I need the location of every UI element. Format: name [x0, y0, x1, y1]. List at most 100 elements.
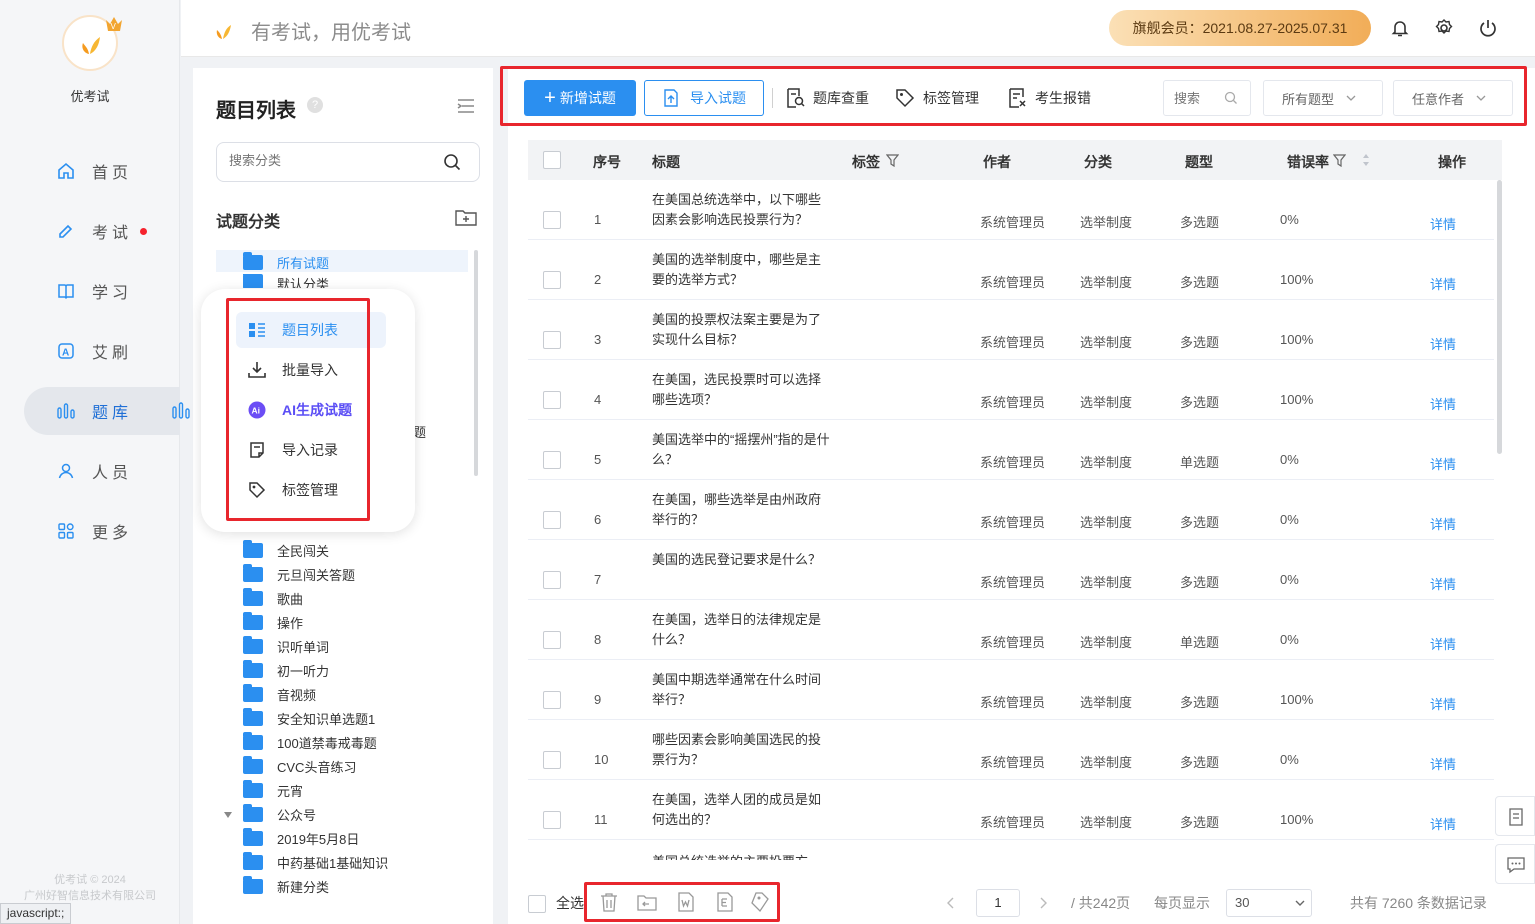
category-item[interactable]: 所有试题 [243, 250, 329, 274]
export-word-icon[interactable] [675, 891, 697, 913]
category-search[interactable] [216, 142, 480, 182]
category-item[interactable]: 元宵 [243, 778, 303, 802]
category-item[interactable]: 全民闯关 [243, 538, 329, 562]
error-reports-button[interactable]: 考生报错 [1007, 86, 1091, 110]
table-row[interactable]: 11 在美国，选举人团的成员是如何选出的？ 系统管理员 选举制度 多选题 100% 详情 [528, 780, 1494, 840]
category-item[interactable]: 元旦闯关答题 [243, 562, 355, 586]
per-page-select[interactable]: 30 [1226, 889, 1312, 917]
row-checkbox[interactable] [543, 391, 561, 409]
trash-icon[interactable] [598, 891, 620, 913]
category-item[interactable]: CVC头音练习 [243, 754, 356, 778]
select-all-checkbox-header[interactable] [543, 151, 561, 169]
detail-link[interactable]: 详情 [1430, 574, 1456, 593]
row-checkbox[interactable] [543, 691, 561, 709]
filter-icon[interactable] [886, 154, 899, 167]
category-item[interactable]: 新建分类 [243, 874, 329, 898]
row-checkbox[interactable] [543, 451, 561, 469]
question-type-select[interactable]: 所有题型 [1263, 80, 1383, 116]
detail-link[interactable]: 详情 [1430, 634, 1456, 653]
row-checkbox[interactable] [543, 751, 561, 769]
category-item[interactable]: 操作 [243, 610, 303, 634]
chevron-right-icon[interactable] [1038, 897, 1048, 909]
question-search-input[interactable] [1174, 90, 1224, 106]
table-row[interactable]: 3 美国的投票权法案主要是为了实现什么目标？ 系统管理员 选举制度 多选题 100% 详情 [528, 300, 1494, 360]
table-row[interactable]: 2 美国的选举制度中，哪些是主要的选举方式？ 系统管理员 选举制度 多选题 100% 详情 [528, 240, 1494, 300]
row-checkbox[interactable] [543, 211, 561, 229]
category-item[interactable]: 初一听力 [243, 658, 329, 682]
dedupe-button[interactable]: 题库查重 [785, 86, 869, 110]
nav-item-home[interactable]: 首页 [24, 147, 180, 195]
nav-item-study[interactable]: 学习 [24, 267, 180, 315]
add-folder-icon[interactable] [455, 208, 477, 226]
detail-link[interactable]: 详情 [1430, 394, 1456, 413]
move-folder-icon[interactable] [636, 891, 658, 913]
detail-link[interactable]: 详情 [1430, 814, 1456, 833]
category-item[interactable]: 中药基础1基础知识 [243, 850, 388, 874]
search-icon[interactable] [443, 153, 461, 171]
nav-item-question-bank[interactable]: 题库 [24, 387, 180, 435]
help-icon[interactable]: ? [307, 97, 323, 113]
submenu-batch-import[interactable]: 批量导入 [236, 352, 386, 388]
import-questions-button[interactable]: 导入试题 [644, 80, 764, 116]
row-checkbox[interactable] [543, 811, 561, 829]
chevron-left-icon[interactable] [946, 897, 956, 909]
detail-link[interactable]: 详情 [1430, 694, 1456, 713]
submenu-import-records[interactable]: 导入记录 [236, 432, 386, 468]
caret-down-icon[interactable] [223, 811, 233, 819]
category-item[interactable]: 默认分类 [243, 274, 329, 288]
power-icon[interactable] [1478, 18, 1498, 38]
category-item[interactable]: 2019年5月8日 [243, 826, 359, 850]
category-item[interactable]: 安全知识单选题1 [243, 706, 375, 730]
search-icon[interactable] [1224, 91, 1238, 105]
table-scrollbar[interactable] [1497, 180, 1502, 454]
nav-item-exam[interactable]: 考试 [24, 207, 180, 255]
detail-link[interactable]: 详情 [1430, 454, 1456, 473]
add-question-button[interactable]: + 新增试题 [524, 80, 636, 116]
collapse-menu-icon[interactable] [457, 98, 475, 114]
row-checkbox[interactable] [543, 511, 561, 529]
table-row[interactable]: 5 美国选举中的“摇摆州”指的是什么？ 系统管理员 选举制度 单选题 0% 详情 [528, 420, 1494, 480]
row-checkbox[interactable] [543, 631, 561, 649]
table-row[interactable]: 10 哪些因素会影响美国选民的投票行为？ 系统管理员 选举制度 多选题 0% 详情 [528, 720, 1494, 780]
filter-icon[interactable] [1333, 154, 1346, 167]
nav-item-more[interactable]: 更多 [24, 507, 180, 555]
export-excel-icon[interactable] [714, 891, 736, 913]
table-row[interactable]: 8 在美国，选举日的法律规定是什么？ 系统管理员 选举制度 单选题 0% 详情 [528, 600, 1494, 660]
submenu-question-list[interactable]: 题目列表 [236, 312, 386, 348]
sort-icon[interactable] [1362, 153, 1370, 167]
category-item[interactable]: 识听单词 [243, 634, 329, 658]
question-search[interactable] [1163, 80, 1251, 116]
category-item[interactable]: 歌曲 [243, 586, 303, 610]
category-scrollbar[interactable] [474, 250, 478, 476]
detail-link[interactable]: 详情 [1430, 754, 1456, 773]
tag-management-button[interactable]: 标签管理 [895, 86, 979, 110]
floating-doc-button[interactable] [1495, 796, 1535, 836]
author-select[interactable]: 任意作者 [1393, 80, 1513, 116]
category-search-input[interactable] [229, 153, 429, 168]
row-checkbox[interactable] [543, 571, 561, 589]
nav-item-aishua[interactable]: A 艾刷 [24, 327, 180, 375]
submenu-ai-generate[interactable]: Ai AI生成试题 [236, 392, 386, 428]
category-item[interactable]: 公众号 [243, 802, 316, 826]
floating-chat-button[interactable] [1495, 844, 1535, 884]
table-row[interactable]: 7 美国的选民登记要求是什么？ 系统管理员 选举制度 多选题 0% 详情 [528, 540, 1494, 600]
category-item[interactable]: 100道禁毒戒毒题 [243, 730, 377, 754]
detail-link[interactable]: 详情 [1430, 274, 1456, 293]
row-checkbox[interactable] [543, 271, 561, 289]
detail-link[interactable]: 详情 [1430, 334, 1456, 353]
nav-item-people[interactable]: 人员 [24, 447, 180, 495]
gear-icon[interactable] [1434, 18, 1454, 38]
detail-link[interactable]: 详情 [1430, 214, 1456, 233]
table-row[interactable]: 6 在美国，哪些选举是由州政府举行的？ 系统管理员 选举制度 多选题 0% 详情 [528, 480, 1494, 540]
membership-badge[interactable]: 旗舰会员：2021.08.27-2025.07.31 [1109, 10, 1371, 46]
category-item[interactable]: 音视频 [243, 682, 316, 706]
table-row[interactable]: 4 在美国，选民投票时可以选择哪些选项？ 系统管理员 选举制度 多选题 100% 详情 [528, 360, 1494, 420]
table-row[interactable]: 1 在美国总统选举中，以下哪些因素会影响选民投票行为？ 系统管理员 选举制度 多选题 0%… [528, 180, 1494, 240]
row-checkbox[interactable] [543, 331, 561, 349]
tag-batch-icon[interactable] [750, 891, 772, 913]
select-all-checkbox[interactable] [528, 895, 546, 913]
page-input[interactable]: 1 [976, 889, 1020, 917]
submenu-tag-management[interactable]: 标签管理 [236, 472, 386, 508]
table-row[interactable]: 9 美国中期选举通常在什么时间举行？ 系统管理员 选举制度 多选题 100% 详情 [528, 660, 1494, 720]
detail-link[interactable]: 详情 [1430, 514, 1456, 533]
